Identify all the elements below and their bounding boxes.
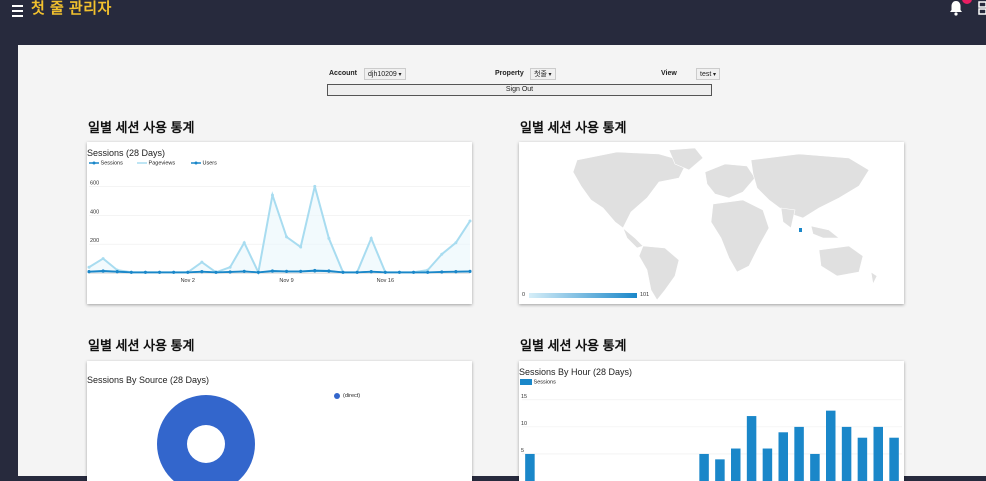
data-point <box>158 270 162 274</box>
data-point <box>172 270 176 274</box>
geo-map-card: 0 101 <box>519 142 904 304</box>
data-point <box>242 270 246 274</box>
x-tick-label: Nov 16 <box>377 278 394 284</box>
world-map <box>529 147 878 301</box>
data-point <box>214 270 218 274</box>
bar-hour-19 <box>826 410 836 481</box>
data-point <box>87 270 91 274</box>
pie-chart-plot <box>157 393 340 481</box>
data-point <box>87 265 91 269</box>
bar-hour-20 <box>841 426 852 481</box>
area-pageviews <box>89 186 470 273</box>
data-point <box>285 270 289 274</box>
y-tick-label: 10 <box>521 421 527 427</box>
y-tick-label: 200 <box>90 238 99 244</box>
property-label: Property <box>495 70 524 77</box>
data-point <box>228 270 232 274</box>
scale-min-label: 0 <box>522 292 526 298</box>
y-tick-label: 5 <box>521 448 524 454</box>
data-point <box>397 270 401 274</box>
data-point <box>200 270 204 274</box>
data-point <box>454 270 458 274</box>
bar-hour-15 <box>762 448 773 481</box>
view-select[interactable]: test <box>696 68 720 80</box>
section-title: 일별 세션 사용 통계 <box>520 338 627 353</box>
account-select[interactable]: djh10209 <box>364 68 406 80</box>
account-label: Account <box>329 70 357 77</box>
line-chart-plot: 200 400 600 Nov 2 Nov 9 Nov 16 <box>87 180 472 284</box>
data-point <box>129 270 133 274</box>
data-point <box>369 270 373 274</box>
bar-hour-0 <box>525 453 535 481</box>
data-point <box>454 241 458 245</box>
bar-hour-16 <box>778 432 788 481</box>
legend-marker <box>334 393 340 399</box>
data-point <box>299 245 303 249</box>
data-point <box>468 270 472 274</box>
x-tick-label: Nov 9 <box>279 278 293 284</box>
data-point <box>200 260 204 264</box>
data-point <box>242 241 246 245</box>
data-point <box>426 270 430 274</box>
legend-direct: (direct) <box>343 393 361 399</box>
section-title: 일별 세션 사용 통계 <box>88 120 195 135</box>
data-point <box>186 270 190 274</box>
data-point <box>412 270 416 274</box>
data-point <box>270 193 274 197</box>
data-point <box>270 269 274 273</box>
highlight-korea <box>799 228 802 232</box>
color-scale-bar <box>529 293 637 298</box>
data-point <box>101 269 105 273</box>
sign-out-button[interactable]: Sign Out <box>327 84 712 96</box>
grid-icon[interactable] <box>978 0 986 16</box>
hamburger-icon[interactable] <box>12 2 24 17</box>
bar-hour-18 <box>810 453 820 481</box>
data-point <box>313 184 317 188</box>
bar-hour-23 <box>889 437 899 481</box>
sessions-line-chart-card: Sessions (28 Days) Sessions Pageviews Us… <box>87 142 472 304</box>
bar-hour-22 <box>873 426 883 481</box>
data-point <box>327 236 331 240</box>
pie-hole <box>187 425 225 463</box>
bar-hour-11 <box>699 453 709 481</box>
section-title: 일별 세션 사용 통계 <box>520 120 627 135</box>
data-point <box>143 270 147 274</box>
data-point <box>285 235 289 239</box>
bar-hour-12 <box>715 459 725 481</box>
data-point <box>313 269 317 273</box>
x-tick-label: Nov 2 <box>181 278 195 284</box>
data-point <box>369 236 373 240</box>
section-title: 일별 세션 사용 통계 <box>88 338 195 353</box>
data-point <box>440 270 444 274</box>
bar-hour-13 <box>731 448 741 481</box>
y-tick-label: 600 <box>90 180 99 186</box>
data-point <box>355 270 359 274</box>
data-point <box>299 270 303 274</box>
data-point <box>440 252 444 256</box>
data-point <box>228 265 232 269</box>
bar-hour-14 <box>746 416 757 481</box>
data-point <box>256 270 260 274</box>
view-label: View <box>661 70 677 77</box>
data-point <box>101 257 105 261</box>
hourly-bar-chart-card: Sessions By Hour (28 Days) Sessions 5 10 1… <box>519 361 904 481</box>
data-point <box>115 270 119 274</box>
top-bar: 첫 줄 관리자 <box>0 0 986 24</box>
y-tick-label: 15 <box>521 394 527 400</box>
property-select[interactable]: 첫줄 <box>530 68 556 80</box>
data-point <box>341 270 345 274</box>
bar-hour-21 <box>857 437 868 481</box>
app-title: 첫 줄 관리자 <box>31 0 112 17</box>
source-pie-chart-card: Sessions By Source (28 Days) (direct) <box>87 361 472 481</box>
bar-hour-17 <box>794 426 804 481</box>
scale-max-label: 101 <box>640 292 650 298</box>
bar-chart-plot: 5 10 15 <box>521 394 902 481</box>
data-point <box>383 270 387 274</box>
data-point <box>468 219 472 223</box>
data-point <box>327 269 331 273</box>
y-tick-label: 400 <box>90 209 99 215</box>
bell-icon[interactable] <box>948 0 964 16</box>
